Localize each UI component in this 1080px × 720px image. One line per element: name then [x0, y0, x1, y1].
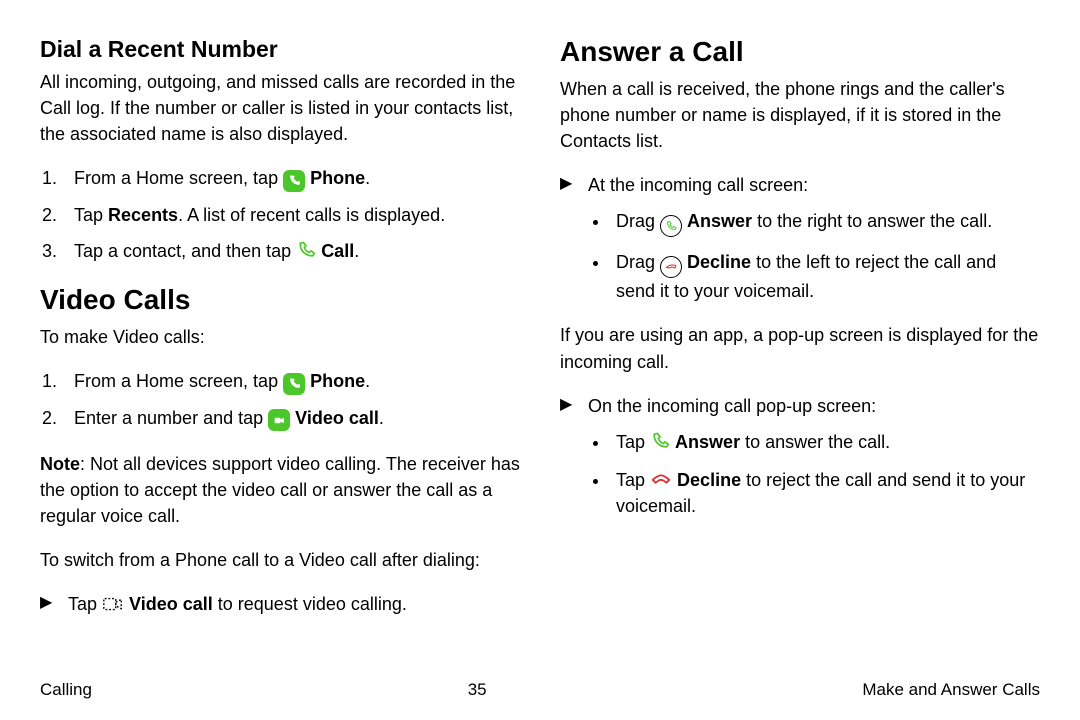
step-text: to the right to answer the call. — [752, 211, 992, 231]
phone-icon — [283, 170, 305, 192]
phone-icon — [283, 373, 305, 395]
video-steps: From a Home screen, tap Phone. Enter a n… — [40, 368, 520, 431]
video-intro: To make Video calls: — [40, 324, 520, 350]
decline-icon — [650, 468, 672, 490]
list-item: Tap Recents. A list of recent calls is d… — [62, 202, 520, 228]
step-text: . — [354, 241, 359, 261]
decline-circle-icon — [660, 256, 682, 278]
arrow-icon: ▶ — [560, 172, 572, 195]
step-text: At the incoming call screen: — [588, 175, 808, 195]
step-text: Tap — [74, 205, 108, 225]
dial-recent-intro: All incoming, outgoing, and missed calls… — [40, 69, 520, 147]
step-text: From a Home screen, tap — [74, 371, 283, 391]
step-bold: Video call — [129, 594, 213, 614]
step-bold: Call — [321, 241, 354, 261]
step-text: . — [365, 371, 370, 391]
popup-list: ▶ On the incoming call pop-up screen: Ta… — [560, 393, 1040, 519]
list-item: Drag Decline to the left to reject the c… — [610, 249, 1040, 304]
list-item: Tap a contact, and then tap Call. — [62, 238, 520, 264]
step-bold: Answer — [675, 432, 740, 452]
step-bold: Decline — [687, 252, 751, 272]
list-item: Enter a number and tap Video call. — [62, 405, 520, 432]
video-note: Note: Not all devices support video call… — [40, 451, 520, 529]
step-text: Tap — [616, 432, 650, 452]
answer-intro: When a call is received, the phone rings… — [560, 76, 1040, 154]
step-text: to answer the call. — [740, 432, 890, 452]
arrow-icon: ▶ — [40, 591, 52, 614]
answer-call-heading: Answer a Call — [560, 36, 1040, 68]
step-text: Drag — [616, 252, 660, 272]
note-text: : Not all devices support video calling.… — [40, 454, 520, 526]
footer-right: Make and Answer Calls — [862, 680, 1040, 700]
step-text: Enter a number and tap — [74, 408, 268, 428]
step-text: . A list of recent calls is displayed. — [178, 205, 445, 225]
step-text: Drag — [616, 211, 660, 231]
list-item: ▶ At the incoming call screen: Drag Answ… — [560, 172, 1040, 304]
step-text: . — [379, 408, 384, 428]
step-text: On the incoming call pop-up screen: — [588, 396, 876, 416]
step-text: to request video calling. — [213, 594, 407, 614]
step-bold: Decline — [677, 470, 741, 490]
list-item: Tap Answer to answer the call. — [610, 429, 1040, 455]
step-text: Tap — [616, 470, 650, 490]
popup-intro: If you are using an app, a pop-up screen… — [560, 322, 1040, 374]
step-text: Tap — [68, 594, 102, 614]
step-bold: Phone — [310, 168, 365, 188]
incoming-list: ▶ At the incoming call screen: Drag Answ… — [560, 172, 1040, 304]
step-text: . — [365, 168, 370, 188]
arrow-icon: ▶ — [560, 393, 572, 416]
video-call-icon — [268, 409, 290, 431]
answer-icon — [650, 431, 670, 451]
list-item: From a Home screen, tap Phone. — [62, 165, 520, 192]
video-switch-list: ▶ Tap Video call to request video callin… — [40, 591, 520, 617]
dial-recent-steps: From a Home screen, tap Phone. Tap Recen… — [40, 165, 520, 264]
list-item: Drag Answer to the right to answer the c… — [610, 208, 1040, 237]
note-label: Note — [40, 454, 80, 474]
list-item: ▶ On the incoming call pop-up screen: Ta… — [560, 393, 1040, 519]
list-item: From a Home screen, tap Phone. — [62, 368, 520, 395]
incoming-sublist: Drag Answer to the right to answer the c… — [588, 208, 1040, 304]
dial-recent-heading: Dial a Recent Number — [40, 36, 520, 63]
step-bold: Recents — [108, 205, 178, 225]
step-bold: Video call — [295, 408, 379, 428]
step-bold: Phone — [310, 371, 365, 391]
step-text: Tap a contact, and then tap — [74, 241, 296, 261]
footer-page-number: 35 — [468, 680, 487, 700]
video-call-outline-icon — [102, 595, 124, 613]
popup-sublist: Tap Answer to answer the call. Tap Decli… — [588, 429, 1040, 519]
list-item: Tap Decline to reject the call and send … — [610, 467, 1040, 519]
video-calls-heading: Video Calls — [40, 284, 520, 316]
list-item: ▶ Tap Video call to request video callin… — [40, 591, 520, 617]
right-column: Answer a Call When a call is received, t… — [560, 36, 1040, 668]
video-switch-intro: To switch from a Phone call to a Video c… — [40, 547, 520, 573]
step-text: From a Home screen, tap — [74, 168, 283, 188]
left-column: Dial a Recent Number All incoming, outgo… — [40, 36, 520, 668]
answer-circle-icon — [660, 215, 682, 237]
call-icon — [296, 240, 316, 260]
page-footer: Calling 35 Make and Answer Calls — [40, 680, 1040, 700]
step-bold: Answer — [687, 211, 752, 231]
footer-left: Calling — [40, 680, 92, 700]
